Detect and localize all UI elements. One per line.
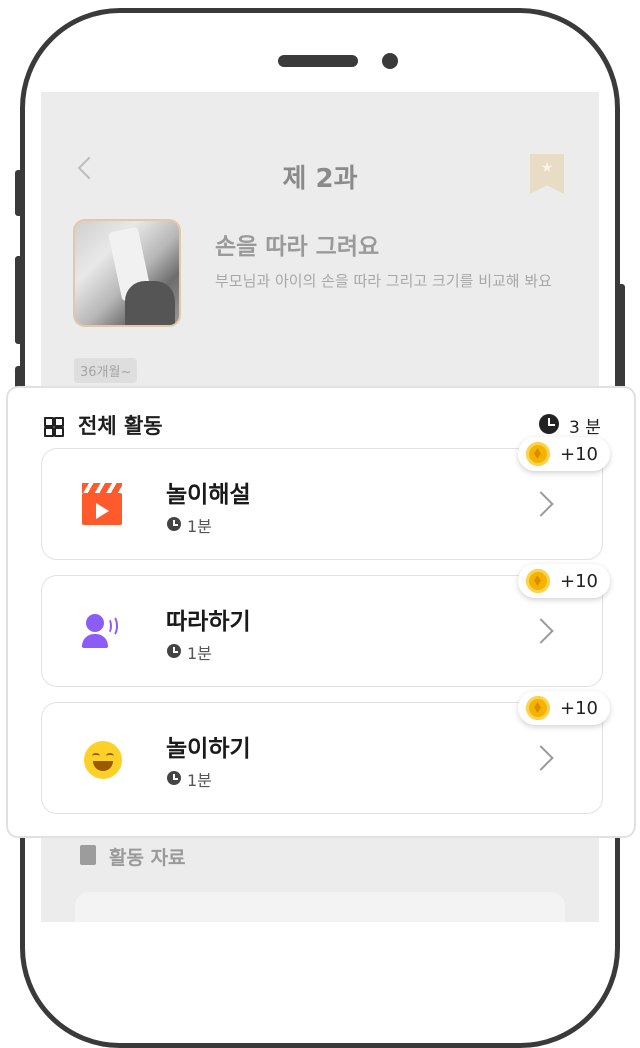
activity-card-explain[interactable]: 놀이해설 1분 +10: [41, 437, 610, 560]
smile-face-icon: [84, 741, 122, 779]
activity-title: 손을 따라 그려요: [215, 234, 380, 260]
reward-badge: +10: [518, 437, 610, 471]
panel-title: 전체 활동: [78, 414, 163, 438]
total-time: 3 분: [569, 418, 601, 438]
coin-icon: [526, 442, 550, 466]
activity-card-play[interactable]: 놀이하기 1분 +10: [41, 691, 610, 814]
activity-duration: 1분: [187, 644, 212, 663]
activity-duration: 1분: [187, 771, 212, 790]
phone-camera: [382, 53, 398, 69]
clock-icon: [167, 517, 181, 531]
activity-name: 놀이해설: [166, 482, 251, 508]
phone-speaker: [278, 55, 358, 67]
activity-description: 부모님과 아이의 손을 따라 그리고 크기를 비교해 봐요: [215, 272, 552, 290]
chevron-right-icon: [528, 491, 554, 517]
lesson-title: 제 2과: [282, 164, 358, 194]
reward-amount: +10: [560, 570, 598, 592]
clock-icon: [539, 414, 559, 434]
reward-amount: +10: [560, 443, 598, 465]
all-activities-panel: 전체 활동 3 분 놀이해설 1분 +10 따라하기 1분 +10 놀이하기 1…: [6, 386, 636, 838]
chevron-right-icon: [528, 618, 554, 644]
reward-amount: +10: [560, 697, 598, 719]
reward-badge: +10: [518, 564, 610, 598]
clock-icon: [167, 771, 181, 785]
activity-name: 놀이하기: [166, 736, 251, 762]
coin-icon: [526, 696, 550, 720]
speaking-person-icon: [82, 612, 122, 652]
materials-title: 활동 자료: [109, 847, 186, 869]
activity-card-follow[interactable]: 따라하기 1분 +10: [41, 564, 610, 687]
book-icon: [80, 845, 96, 865]
coin-icon: [526, 569, 550, 593]
activity-name: 따라하기: [166, 609, 251, 635]
clock-icon: [167, 644, 181, 658]
grid-icon: [44, 417, 64, 437]
activity-thumbnail: [73, 219, 181, 327]
reward-badge: +10: [518, 691, 610, 725]
chevron-right-icon: [528, 745, 554, 771]
materials-box[interactable]: [75, 892, 565, 922]
activity-duration: 1분: [187, 517, 212, 536]
age-tag: 36개월~: [74, 358, 138, 383]
clapperboard-icon: [82, 483, 122, 525]
